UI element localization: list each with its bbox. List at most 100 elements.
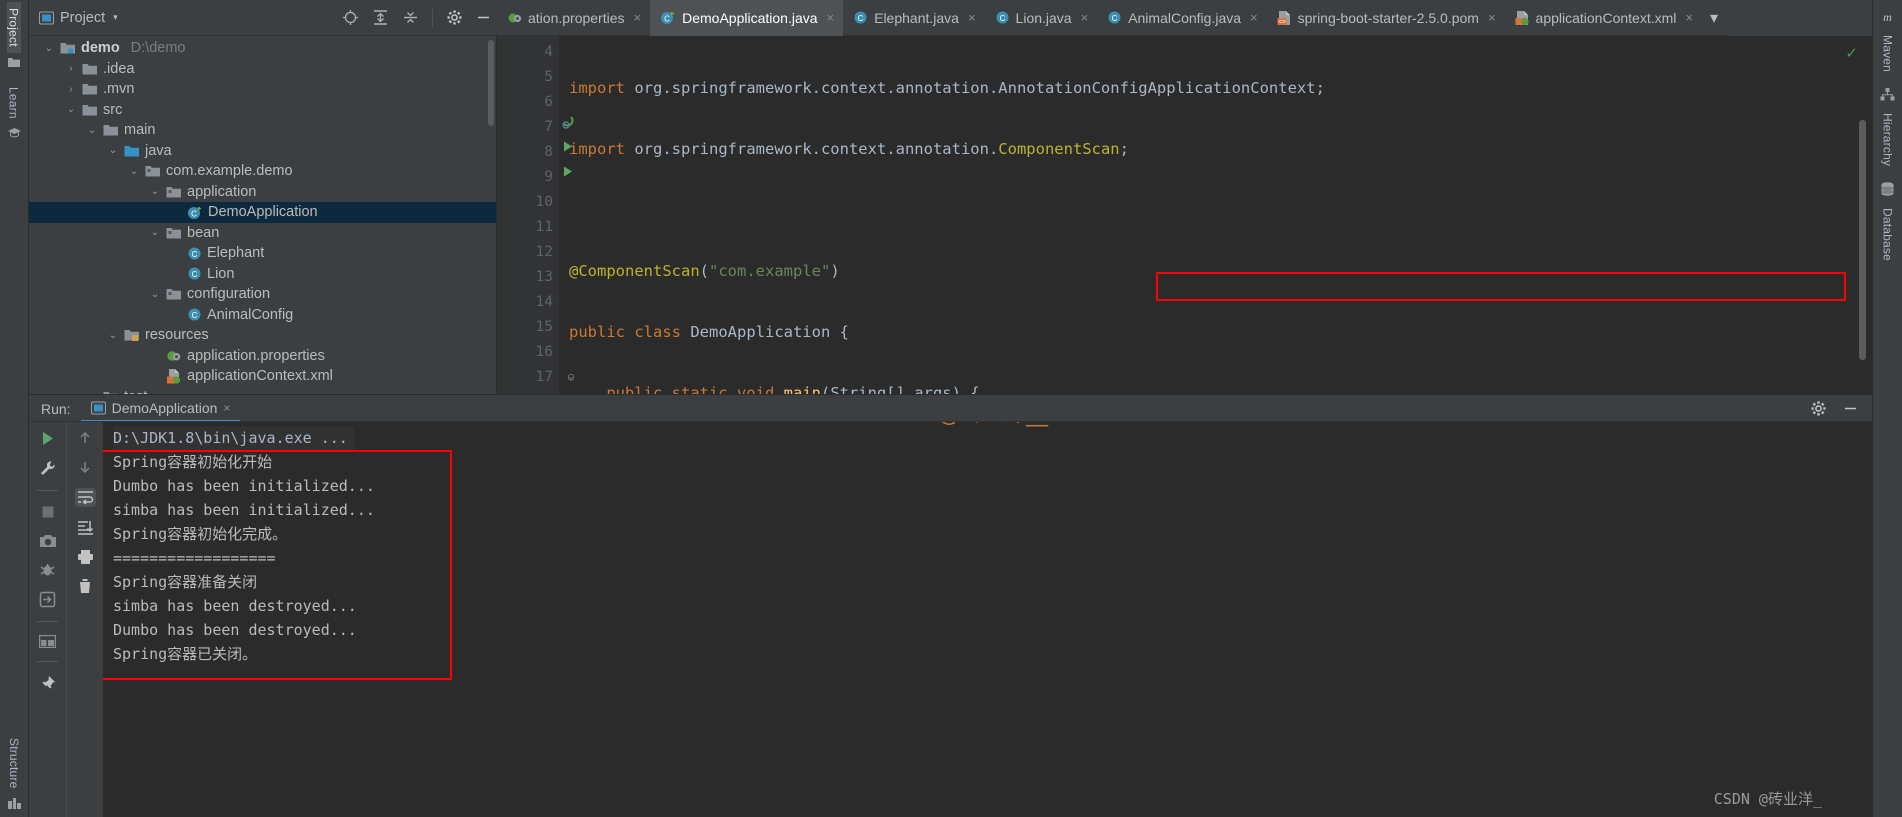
export-icon[interactable] <box>39 591 56 608</box>
tree-node-test[interactable]: › test <box>29 387 496 394</box>
chevron-down-icon[interactable]: ⌄ <box>43 43 55 54</box>
collapse-all-icon[interactable] <box>402 9 419 26</box>
editor-gutter[interactable]: 4 5 6 7 8 9 10 11 12 13 14 15 16 17 ⎉ <box>497 36 575 394</box>
tree-node-main[interactable]: ⌄ main <box>29 120 496 141</box>
tree-node-resources[interactable]: ⌄ resources <box>29 325 496 346</box>
editor-tab-animalconfig-java[interactable]: C AnimalConfig.java × <box>1097 0 1267 36</box>
run-tab-demoapplication[interactable]: DemoApplication × <box>80 395 241 422</box>
editor-tab-lion-java[interactable]: C Lion.java × <box>984 0 1098 36</box>
chevron-down-icon[interactable]: ⌄ <box>149 289 161 300</box>
folder-icon <box>103 123 119 137</box>
tree-node-demo[interactable]: ⌄ demo D:\demo <box>29 38 496 59</box>
tree-node-java[interactable]: ⌄ java <box>29 141 496 162</box>
gear-icon[interactable] <box>1810 400 1827 417</box>
rerun-icon[interactable] <box>39 430 56 447</box>
rail-item-maven[interactable]: Maven <box>1881 29 1895 78</box>
chevron-down-icon[interactable]: ⌄ <box>149 186 161 197</box>
chevron-right-icon[interactable]: › <box>65 63 77 74</box>
tree-node-bean[interactable]: ⌄ bean <box>29 223 496 244</box>
minimize-icon[interactable] <box>1843 401 1858 416</box>
tree-node-demoapplication[interactable]: C DemoApplication <box>29 202 496 223</box>
tree-node-animalconfig[interactable]: C AnimalConfig <box>29 305 496 326</box>
line-number: 9 <box>497 165 572 190</box>
chevron-down-icon[interactable]: ⌄ <box>128 166 140 177</box>
inspection-ok-icon[interactable]: ✓ <box>1845 44 1858 62</box>
chevron-down-icon[interactable]: ⌄ <box>107 145 119 156</box>
close-icon[interactable]: × <box>1685 10 1693 25</box>
rail-item-project[interactable]: Project <box>6 2 21 53</box>
project-tree-scrollbar[interactable] <box>488 40 494 126</box>
hierarchy-icon <box>1880 82 1895 103</box>
tree-node-lion[interactable]: C Lion <box>29 264 496 285</box>
chevron-down-icon[interactable]: ⌄ <box>107 330 119 341</box>
tree-node-label: demo <box>81 40 120 57</box>
project-panel-header: Project ▾ <box>29 0 497 36</box>
package-icon <box>145 164 161 178</box>
java-class-icon: C <box>187 246 202 261</box>
chevron-right-icon[interactable]: › <box>65 84 77 95</box>
line-number: 5 <box>544 69 553 85</box>
close-icon[interactable]: × <box>1081 10 1089 25</box>
tree-node-configuration[interactable]: ⌄ configuration <box>29 284 496 305</box>
editor-tab-label: spring-boot-starter-2.5.0.pom <box>1297 9 1479 26</box>
pin-icon[interactable] <box>39 675 56 692</box>
close-icon[interactable]: × <box>634 10 642 25</box>
editor-tab-application-properties[interactable]: ation.properties × <box>497 0 651 36</box>
debug-icon[interactable] <box>39 561 56 578</box>
down-arrow-icon[interactable] <box>77 459 93 475</box>
editor-tab-elephant-java[interactable]: C Elephant.java × <box>843 0 985 36</box>
console-output[interactable]: D:\JDK1.8\bin\java.exe ... Spring容器初始化开始… <box>103 422 1872 817</box>
scroll-to-end-icon[interactable] <box>77 520 94 536</box>
top-row: Project ▾ ation.properties × C DemoAppli… <box>29 0 1872 36</box>
chevron-down-icon[interactable]: ⌄ <box>86 125 98 136</box>
java-run-class-icon: C <box>187 205 203 220</box>
tab-overflow-chevron[interactable]: ▾ <box>1701 0 1727 36</box>
java-class-icon: C <box>187 307 202 322</box>
editor-tab-applicationcontext-xml[interactable]: applicationContext.xml × <box>1504 0 1702 36</box>
wrench-icon[interactable] <box>39 460 56 477</box>
editor-scrollbar[interactable] <box>1859 120 1866 360</box>
chevron-down-icon[interactable]: ⌄ <box>149 227 161 238</box>
svg-text:C: C <box>1112 14 1118 23</box>
gear-icon[interactable] <box>446 9 463 26</box>
tree-node-application-properties[interactable]: application.properties <box>29 346 496 367</box>
trash-icon[interactable] <box>77 578 93 594</box>
tree-node-application[interactable]: ⌄ application <box>29 182 496 203</box>
code-text-area[interactable]: import org.springframework.context.annot… <box>559 36 1872 394</box>
close-icon[interactable]: × <box>827 10 835 25</box>
rail-item-learn[interactable]: Learn <box>7 81 21 125</box>
up-arrow-icon[interactable] <box>77 430 93 446</box>
stop-icon[interactable] <box>40 504 56 520</box>
project-tree-pane[interactable]: ⌄ demo D:\demo › .idea › .mvn ⌄ src ⌄ ma… <box>29 36 497 394</box>
locate-icon[interactable] <box>342 9 359 26</box>
editor-tab-spring-boot-starter-pom[interactable]: <> spring-boot-starter-2.5.0.pom × <box>1266 0 1505 36</box>
line-number-text: 9 <box>544 169 553 185</box>
editor-tab-demoapplication-java[interactable]: C DemoApplication.java × <box>650 0 844 36</box>
resources-folder-icon <box>124 328 140 342</box>
chevron-down-icon[interactable]: ⌄ <box>65 104 77 115</box>
layout-icon[interactable] <box>39 635 56 648</box>
close-icon[interactable]: × <box>223 401 230 415</box>
code-editor[interactable]: 4 5 6 7 8 9 10 11 12 13 14 15 16 17 ⎉ im… <box>497 36 1872 394</box>
minimize-icon[interactable] <box>476 10 491 25</box>
close-icon[interactable]: × <box>1250 10 1258 25</box>
tree-node-src[interactable]: ⌄ src <box>29 100 496 121</box>
chevron-down-icon[interactable]: ▾ <box>113 12 118 23</box>
soft-wrap-icon[interactable] <box>74 488 96 507</box>
tree-node-elephant[interactable]: C Elephant <box>29 243 496 264</box>
rail-item-structure[interactable]: Structure <box>7 732 21 795</box>
code-line-8: public class DemoApplication { <box>569 323 849 341</box>
rail-item-hierarchy[interactable]: Hierarchy <box>1881 107 1895 172</box>
expand-all-icon[interactable] <box>372 9 389 26</box>
close-icon[interactable]: × <box>1488 10 1496 25</box>
tree-node-com-example-demo[interactable]: ⌄ com.example.demo <box>29 161 496 182</box>
rail-item-database[interactable]: Database <box>1881 202 1895 267</box>
structure-icon <box>7 794 21 813</box>
close-icon[interactable]: × <box>968 10 976 25</box>
tree-node-applicationcontext-xml[interactable]: applicationContext.xml <box>29 366 496 387</box>
tree-node-mvn[interactable]: › .mvn <box>29 79 496 100</box>
camera-icon[interactable] <box>39 533 57 548</box>
code-line-7: @ComponentScan("com.example") <box>569 262 840 280</box>
tree-node-idea[interactable]: › .idea <box>29 59 496 80</box>
print-icon[interactable] <box>77 549 94 565</box>
